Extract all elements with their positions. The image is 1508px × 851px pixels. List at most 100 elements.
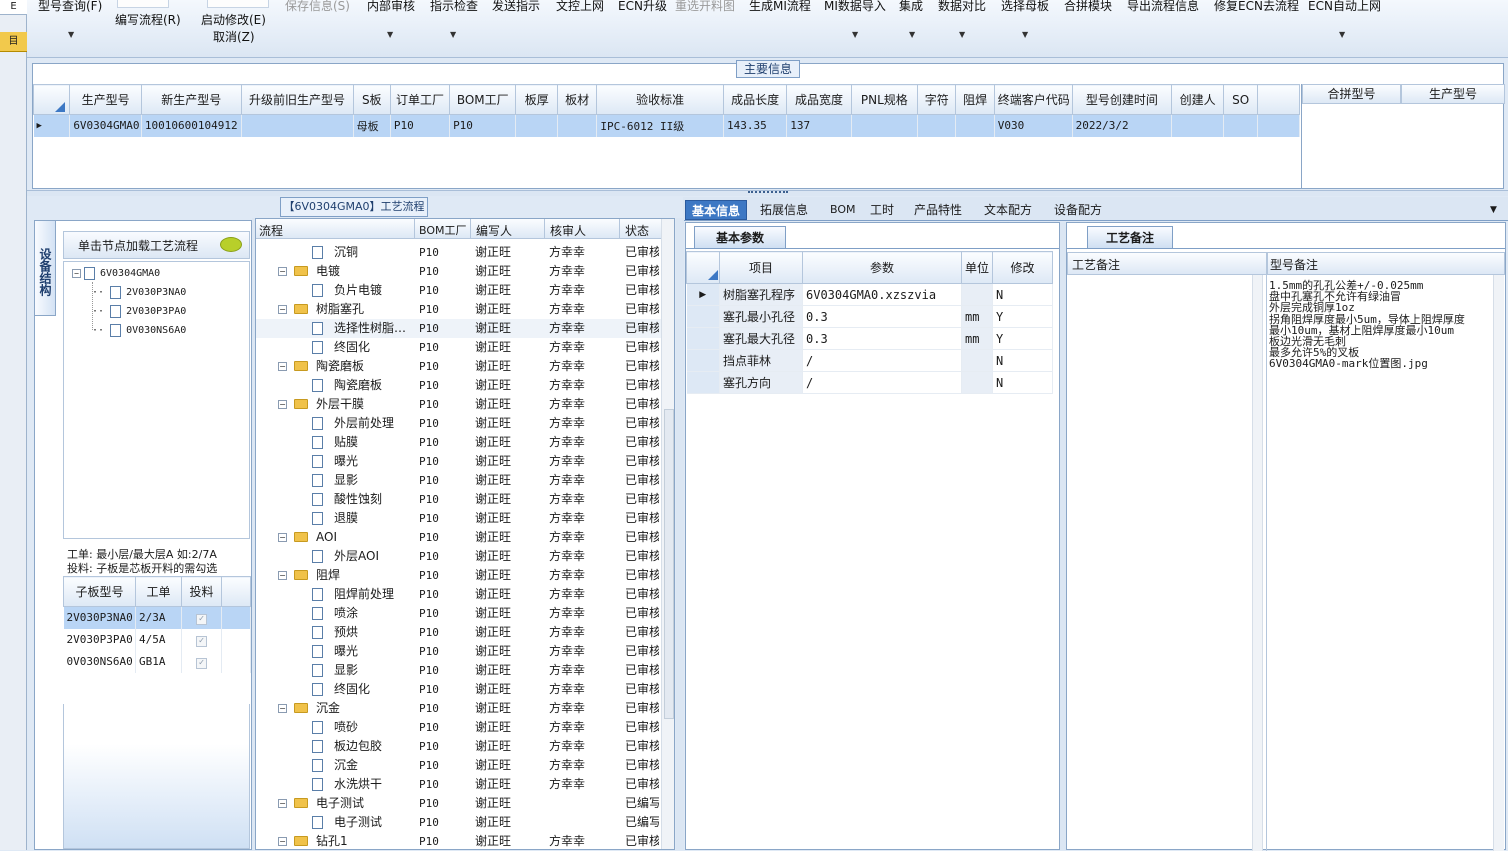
flow-row[interactable]: − 钻孔1 P10 谢正旺 方幸幸 已审核 [256, 832, 661, 849]
col-header[interactable]: 流程 [259, 222, 283, 239]
flow-row[interactable]: − 电子测试 P10 谢正旺 已编写 [256, 794, 661, 813]
col-header[interactable]: 阻焊 [955, 84, 995, 115]
tree-root[interactable]: − 6V0304GMA0 [72, 264, 160, 283]
col-header[interactable]: 成品长度 [722, 84, 788, 115]
collapse-icon[interactable]: − [72, 268, 81, 278]
tab-extended-info[interactable]: 拓展信息 [760, 200, 808, 220]
toolbar-internal-review[interactable]: 内部审核 [367, 0, 415, 14]
flow-row[interactable]: − 陶瓷磨板 P10 谢正旺 方幸幸 已审核 [256, 357, 661, 376]
tab-text-recipe[interactable]: 文本配方 [984, 200, 1032, 220]
param-modify-cell[interactable]: N [992, 371, 1053, 394]
vertical-splitter[interactable] [252, 218, 255, 850]
param-modify-cell[interactable]: Y [992, 305, 1053, 328]
col-header[interactable]: 升级前旧生产型号 [240, 84, 354, 115]
scrollbar-thumb[interactable] [664, 409, 674, 719]
sub-model-cell[interactable]: 0V030NS6A0 [63, 650, 136, 673]
tab-product-features[interactable]: 产品特性 [914, 200, 962, 220]
flow-row[interactable]: − 外层干膜 P10 谢正旺 方幸幸 已审核 [256, 395, 661, 414]
flow-row[interactable]: 沉铜 P10 谢正旺 方幸幸 已审核 [256, 243, 661, 262]
flow-row[interactable]: 显影 P10 谢正旺 方幸幸 已审核 [256, 471, 661, 490]
chevron-down-icon[interactable]: ▼ [68, 30, 74, 39]
col-header[interactable]: S板 [352, 84, 391, 115]
collapse-icon[interactable]: − [278, 362, 287, 371]
toolbar-mi-data-import[interactable]: MI数据导入 [824, 0, 886, 14]
tab-device-structure[interactable]: 设备结构 [34, 220, 56, 316]
param-item-cell[interactable]: 塞孔最大孔径 [719, 327, 803, 350]
toolbar-integrate[interactable]: 集成 [899, 0, 923, 14]
param-value-cell[interactable]: 6V0304GMA0.xzszvia [802, 283, 962, 306]
flow-row[interactable]: 外层AOI P10 谢正旺 方幸幸 已审核 [256, 547, 661, 566]
toolbar-select-mother-board[interactable]: 选择母板 [1001, 0, 1049, 14]
col-header[interactable]: PNL规格 [850, 84, 919, 115]
cell-acceptance[interactable]: IPC-6012 II级 [596, 114, 724, 137]
load-hint-bar[interactable]: 单击节点加载工艺流程 [63, 231, 250, 259]
left-strip-top[interactable]: E [0, 0, 27, 15]
sub-model-cell[interactable]: 2V030P3NA0 [63, 606, 136, 629]
table-row[interactable]: 0V030NS6A0 GB1A ✓ [63, 650, 251, 673]
cell-thickness[interactable] [515, 114, 558, 137]
collapse-icon[interactable]: − [278, 704, 287, 713]
cell-char[interactable] [917, 114, 957, 137]
craft-note-textarea[interactable] [1067, 275, 1267, 851]
tree-node[interactable]: ·· 2V030P3PA0 [92, 302, 186, 321]
sub-model-cell[interactable]: 2V030P3PA0 [63, 628, 136, 651]
tab-menu-chevron-icon[interactable]: ▼ [1490, 200, 1497, 220]
toolbar-send-instruction[interactable]: 发送指示 [492, 0, 540, 14]
flow-row[interactable]: − 电镀 P10 谢正旺 方幸幸 已审核 [256, 262, 661, 281]
flow-row[interactable]: 预烘 P10 谢正旺 方幸幸 已审核 [256, 623, 661, 642]
flow-row[interactable]: 酸性蚀刻 P10 谢正旺 方幸幸 已审核 [256, 490, 661, 509]
col-header[interactable]: BOM工厂 [419, 222, 467, 238]
cell-material[interactable] [557, 114, 598, 137]
toolbar-edit-flow[interactable]: 编写流程(R) [115, 11, 181, 28]
col-header[interactable]: 订单工厂 [389, 84, 451, 115]
param-modify-cell[interactable]: Y [992, 327, 1053, 350]
cell-new-model[interactable]: 10010600104912 [141, 114, 242, 137]
col-header[interactable]: SO [1223, 84, 1259, 115]
feed-checkbox[interactable]: ✓ [196, 635, 207, 647]
param-item-cell[interactable]: 挡点菲林 [719, 349, 803, 372]
collapse-icon[interactable]: − [278, 267, 287, 276]
tab-device-recipe[interactable]: 设备配方 [1054, 200, 1102, 220]
col-header[interactable]: 单位 [961, 251, 993, 284]
param-unit-cell[interactable]: mm [961, 327, 993, 350]
toolbar-ecn-auto-online[interactable]: ECN自动上网 [1308, 0, 1381, 14]
col-header[interactable]: 项目 [719, 251, 803, 284]
col-header[interactable]: 核审人 [550, 222, 586, 239]
table-row[interactable]: 塞孔最小孔径 0.3 mm Y [686, 305, 1053, 328]
flow-row[interactable]: 曝光 P10 谢正旺 方幸幸 已审核 [256, 642, 661, 661]
cell-creator[interactable] [1171, 114, 1225, 137]
toolbar-model-query[interactable]: 型号查询(F) [38, 0, 102, 14]
col-header[interactable]: 型号创建时间 [1071, 84, 1173, 115]
tab-bom[interactable]: BOM [830, 200, 856, 220]
table-row[interactable]: 塞孔最大孔径 0.3 mm Y [686, 327, 1053, 350]
col-header[interactable]: BOM工厂 [449, 84, 517, 115]
cell-bom-factory[interactable]: P10 [449, 114, 517, 137]
toolbar-fix-ecn-flow[interactable]: 修复ECN去流程 [1214, 0, 1299, 14]
param-value-cell[interactable]: 0.3 [802, 305, 962, 328]
flow-row[interactable]: 喷砂 P10 谢正旺 方幸幸 已审核 [256, 718, 661, 737]
flow-row[interactable]: − 树脂塞孔 P10 谢正旺 方幸幸 已审核 [256, 300, 661, 319]
flow-row[interactable]: 沉金 P10 谢正旺 方幸幸 已审核 [256, 756, 661, 775]
param-unit-cell[interactable] [961, 349, 993, 372]
col-header[interactable]: 型号备注 [1267, 252, 1505, 275]
flow-scrollbar[interactable] [661, 219, 674, 849]
param-unit-cell[interactable] [961, 371, 993, 394]
toolbar-ecn-upgrade[interactable]: ECN升级 [618, 0, 667, 14]
flow-row[interactable]: 终固化 P10 谢正旺 方幸幸 已审核 [256, 680, 661, 699]
cell-order-factory[interactable]: P10 [390, 114, 451, 137]
chevron-down-icon[interactable]: ▼ [852, 30, 858, 39]
col-header[interactable]: 板材 [556, 84, 598, 115]
flow-row[interactable]: 贴膜 P10 谢正旺 方幸幸 已审核 [256, 433, 661, 452]
toolbar-instruction-check[interactable]: 指示检查 [430, 0, 478, 14]
note-scrollbar[interactable] [1252, 275, 1263, 851]
col-header[interactable]: 验收标准 [596, 84, 724, 115]
sub-order-cell[interactable]: GB1A [135, 650, 182, 673]
col-header[interactable]: 合拼型号 [1302, 84, 1401, 104]
param-modify-cell[interactable]: N [992, 349, 1053, 372]
col-header[interactable]: 创建人 [1171, 84, 1225, 115]
col-header[interactable]: 终端客户代码 [993, 84, 1073, 115]
flow-row[interactable]: 陶瓷磨板 P10 谢正旺 方幸幸 已审核 [256, 376, 661, 395]
col-header[interactable]: 修改 [992, 251, 1053, 284]
flow-row[interactable]: 电子测试 P10 谢正旺 已编写 [256, 813, 661, 832]
cell-s-board[interactable]: 母板 [353, 114, 391, 137]
